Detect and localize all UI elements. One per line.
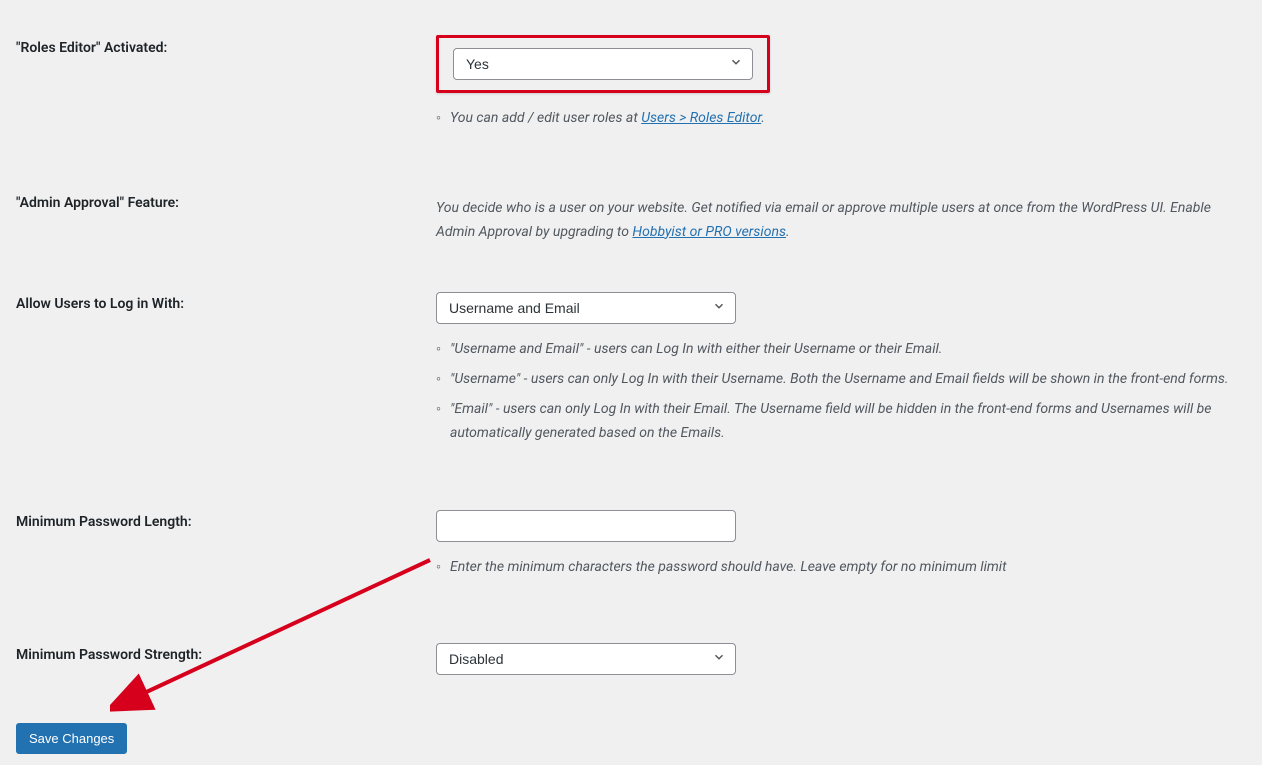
min-pw-length-input[interactable] — [436, 510, 736, 542]
row-login-with: Allow Users to Log in With: Username and… — [16, 264, 1246, 471]
admin-approval-upgrade-link[interactable]: Hobbyist or PRO versions — [632, 224, 786, 240]
min-pw-length-description: Enter the minimum characters the passwor… — [436, 556, 1236, 580]
highlight-roles-editor: Yes — [436, 35, 770, 93]
min-pw-strength-select[interactable]: Disabled — [436, 643, 736, 675]
admin-approval-description: You decide who is a user on your website… — [436, 197, 1226, 245]
row-admin-approval: "Admin Approval" Feature: You decide who… — [16, 157, 1246, 265]
label-roles-editor: "Roles Editor" Activated: — [16, 20, 436, 157]
desc-item: Enter the minimum characters the passwor… — [436, 556, 1236, 580]
roles-editor-select[interactable]: Yes — [453, 48, 753, 80]
label-min-pw-length: Minimum Password Length: — [16, 472, 436, 606]
settings-form: "Roles Editor" Activated: Yes You can ad — [16, 20, 1246, 695]
roles-editor-description: You can add / edit user roles at Users >… — [436, 107, 1236, 131]
roles-editor-link[interactable]: Users > Roles Editor — [641, 110, 761, 126]
row-roles-editor: "Roles Editor" Activated: Yes You can ad — [16, 20, 1246, 157]
save-button[interactable]: Save Changes — [16, 723, 127, 754]
label-min-pw-strength: Minimum Password Strength: — [16, 605, 436, 695]
row-min-pw-strength: Minimum Password Strength: Disabled — [16, 605, 1246, 695]
row-min-pw-length: Minimum Password Length: Enter the minim… — [16, 472, 1246, 606]
desc-text: You can add / edit user roles at — [450, 110, 641, 126]
login-with-select[interactable]: Username and Email — [436, 292, 736, 324]
desc-text: You decide who is a user on your website… — [436, 200, 1211, 240]
desc-item: "Username" - users can only Log In with … — [436, 368, 1236, 392]
label-login-with: Allow Users to Log in With: — [16, 264, 436, 471]
desc-item: "Email" - users can only Log In with the… — [436, 398, 1236, 446]
login-with-description: "Username and Email" - users can Log In … — [436, 338, 1236, 445]
label-admin-approval: "Admin Approval" Feature: — [16, 157, 436, 265]
desc-item: "Username and Email" - users can Log In … — [436, 338, 1236, 362]
desc-text: . — [761, 110, 765, 126]
desc-text: . — [786, 224, 790, 240]
